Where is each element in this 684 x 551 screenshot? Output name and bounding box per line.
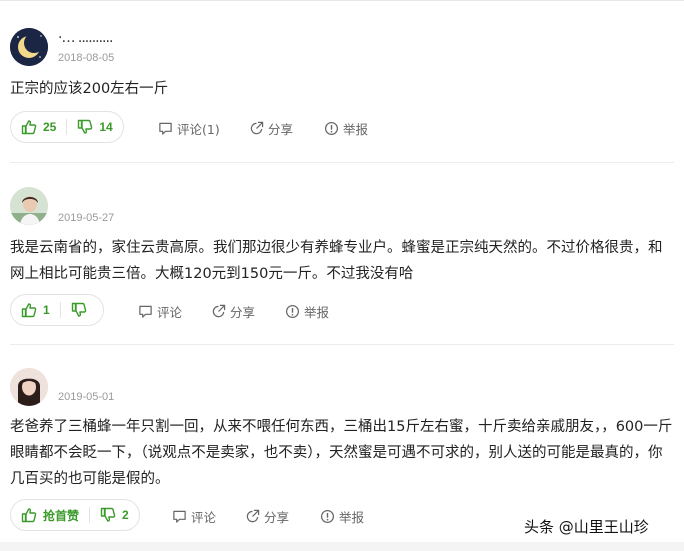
watermark: 头条 @山里王山珍 [524, 518, 649, 536]
comment-icon [139, 305, 152, 318]
vote-group: 25 14 [10, 111, 124, 143]
thumb-up-icon [21, 120, 37, 135]
share-icon [250, 121, 264, 135]
comment-button[interactable]: 评论 [138, 302, 182, 321]
report-label: 举报 [343, 122, 369, 137]
comment-date: 2019-05-27 [58, 212, 115, 224]
comment-date: 2018-08-05 [58, 52, 115, 64]
thumb-down-icon [100, 507, 116, 522]
report-label: 举报 [339, 510, 365, 525]
like-count: 1 [43, 303, 50, 317]
share-icon [246, 509, 260, 523]
report-icon [320, 509, 335, 524]
user-avatar[interactable] [10, 28, 48, 66]
report-label: 举报 [304, 305, 330, 320]
share-label: 分享 [268, 122, 294, 137]
share-label: 分享 [264, 510, 290, 525]
moon-icon [10, 28, 48, 66]
thumb-down-icon [78, 119, 93, 134]
comment-icon [159, 122, 172, 135]
share-button[interactable]: 分享 [211, 302, 255, 321]
user-avatar[interactable] [10, 187, 48, 225]
dislike-button[interactable] [61, 295, 103, 325]
top-divider [0, 0, 684, 1]
comment-button[interactable]: 评论(1) [158, 119, 220, 138]
report-button[interactable]: 举报 [324, 119, 368, 138]
comment-divider [10, 162, 674, 163]
like-button[interactable]: 25 [11, 112, 66, 142]
report-button[interactable]: 举报 [285, 302, 329, 321]
thumb-up-icon [21, 303, 37, 318]
dislike-count: 2 [122, 508, 129, 522]
share-button[interactable]: 分享 [249, 119, 293, 138]
report-icon [285, 304, 300, 319]
like-count: 25 [43, 120, 57, 134]
comment-text: 我是云南省的，家住云贵高原。我们那边很少有养蜂专业户。蜂蜜是正宗纯天然的。不过价… [10, 240, 663, 282]
dislike-button[interactable]: 2 [90, 500, 139, 530]
dislike-button[interactable]: 14 [67, 112, 122, 142]
comment-button[interactable]: 评论 [172, 507, 216, 526]
comment-date: 2019-05-01 [58, 391, 115, 403]
user-avatar[interactable] [10, 368, 48, 406]
first-like-label: 抢首赞 [43, 508, 80, 523]
share-icon [212, 304, 226, 318]
share-button[interactable]: 分享 [245, 507, 289, 526]
vote-group: 抢首赞 2 [10, 499, 140, 531]
comment-label: 评论 [191, 510, 217, 525]
portrait-avatar-icon [10, 368, 48, 406]
comment-icon [173, 510, 186, 523]
thumb-up-icon [21, 508, 37, 523]
report-button[interactable]: 举报 [320, 507, 364, 526]
comment-label: 评论(1) [177, 122, 220, 137]
comment-divider [10, 344, 674, 345]
username[interactable]: ·… .......... [58, 30, 113, 46]
like-button[interactable]: 抢首赞 [11, 500, 89, 530]
vote-group: 1 [10, 294, 104, 326]
report-icon [324, 121, 339, 136]
thumb-down-icon [71, 302, 86, 317]
bottom-strip [0, 542, 684, 551]
comment-text: 老爸养了三桶蜂一年只割一回，从来不喂任何东西，三桶出15斤左右蜜，十斤卖给亲戚朋… [10, 419, 673, 487]
portrait-avatar-icon [10, 187, 48, 225]
dislike-count: 14 [99, 120, 113, 134]
like-button[interactable]: 1 [11, 295, 60, 325]
comment-text: 正宗的应该200左右一斤 [10, 81, 169, 97]
share-label: 分享 [230, 305, 256, 320]
comment-label: 评论 [157, 305, 183, 320]
